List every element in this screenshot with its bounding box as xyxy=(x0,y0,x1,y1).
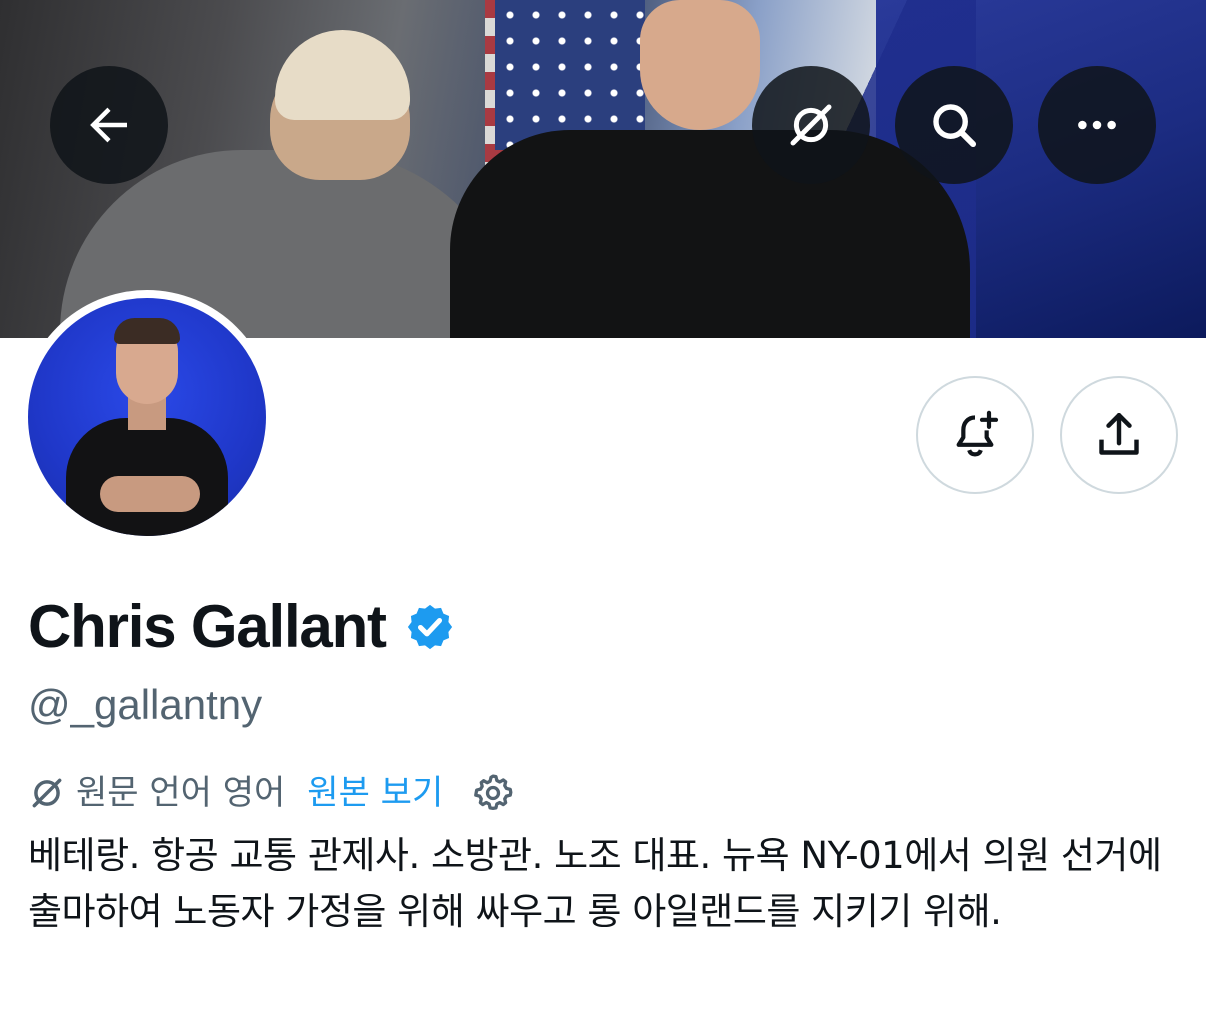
banner-person-right-head xyxy=(640,0,760,130)
verified-badge-icon[interactable] xyxy=(404,601,456,653)
more-button[interactable] xyxy=(1038,66,1156,184)
gear-icon[interactable] xyxy=(471,771,515,815)
banner-person-right xyxy=(450,130,970,338)
avatar-photo xyxy=(28,298,266,536)
profile-banner[interactable] xyxy=(0,0,1206,338)
bell-plus-icon xyxy=(956,410,999,457)
translate-button[interactable] xyxy=(752,66,870,184)
more-horizontal-icon xyxy=(1078,120,1116,130)
profile-bio: 베테랑. 항공 교통 관제사. 소방관. 노조 대표. 뉴욕 NY-01에서 의… xyxy=(28,834,1162,933)
handle: @_gallantny xyxy=(28,681,263,728)
banner-cap xyxy=(275,30,410,120)
flag-stars xyxy=(495,0,645,150)
share-icon xyxy=(1099,412,1139,455)
back-button[interactable] xyxy=(50,66,168,184)
translation-bar: 원문 언어 영어 원본 보기 xyxy=(28,768,515,818)
notify-button[interactable] xyxy=(916,376,1034,494)
profile-page: Chris Gallant @_gallantny 원문 언어 영어 원본 보기… xyxy=(0,0,1206,1026)
share-button[interactable] xyxy=(1060,376,1178,494)
display-name: Chris Gallant xyxy=(28,593,387,660)
search-icon xyxy=(933,104,977,148)
name-row: Chris Gallant xyxy=(28,592,456,662)
search-button[interactable] xyxy=(895,66,1013,184)
translation-source-label: 원문 언어 영어 xyxy=(76,773,286,813)
avatar[interactable] xyxy=(20,290,274,544)
translate-icon xyxy=(32,778,62,808)
view-original-link[interactable]: 원본 보기 xyxy=(307,768,443,818)
translate-icon xyxy=(790,104,832,146)
arrow-left-icon xyxy=(90,107,127,143)
